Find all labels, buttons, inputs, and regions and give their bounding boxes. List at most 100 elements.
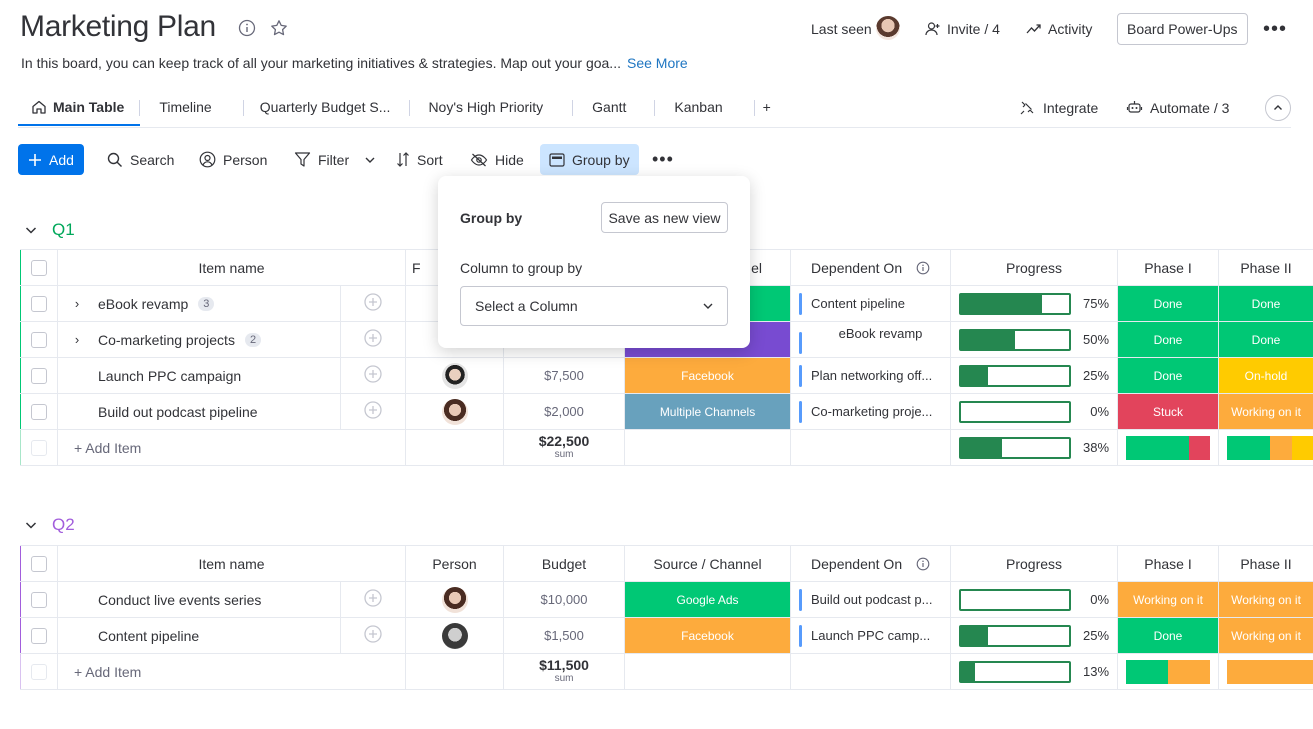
column-header-source[interactable]: Source / Channel	[624, 545, 792, 582]
dependent-cell[interactable]: eBook revamp	[790, 321, 952, 358]
row-checkbox[interactable]	[20, 617, 58, 654]
item-name-cell[interactable]: Conduct live events series	[57, 581, 341, 618]
avatar[interactable]	[441, 622, 468, 649]
column-header-budget[interactable]: Budget	[503, 545, 626, 582]
add-update-cell[interactable]	[339, 285, 407, 322]
search-button[interactable]: Search	[107, 144, 174, 175]
phase2-status[interactable]: Working on it	[1218, 581, 1313, 618]
board-power-ups-button[interactable]: Board Power-Ups	[1117, 13, 1248, 45]
row-checkbox[interactable]	[20, 581, 58, 618]
phase1-status[interactable]: Done	[1117, 357, 1220, 394]
person-cell[interactable]	[405, 357, 505, 394]
star-icon[interactable]	[270, 19, 288, 37]
dependent-cell[interactable]: Plan networking off...	[790, 357, 952, 394]
phase2-status[interactable]: On-hold	[1218, 357, 1313, 394]
activity-button[interactable]: Activity	[1026, 21, 1092, 37]
phase2-status[interactable]: Working on it	[1218, 617, 1313, 654]
budget-cell[interactable]: $7,500	[503, 357, 626, 394]
expand-chevron-icon[interactable]: ›	[70, 296, 84, 311]
item-name[interactable]: eBook revamp	[98, 296, 188, 312]
filter-button[interactable]: Filter	[294, 144, 378, 175]
add-update-cell[interactable]	[339, 581, 407, 618]
source-cell[interactable]: Google Ads	[624, 581, 792, 618]
chevron-down-icon[interactable]	[24, 518, 38, 532]
item-name[interactable]: Launch PPC campaign	[98, 368, 241, 384]
add-view-button[interactable]: +	[755, 94, 787, 126]
invite-button[interactable]: Invite / 4	[925, 21, 1000, 37]
avatar[interactable]	[441, 398, 468, 425]
item-name[interactable]: Build out podcast pipeline	[98, 404, 258, 420]
hide-button[interactable]: Hide	[470, 144, 524, 175]
info-icon[interactable]	[916, 557, 930, 571]
item-name-cell[interactable]: Launch PPC campaign	[57, 357, 341, 394]
row-checkbox[interactable]	[20, 357, 58, 394]
person-cell[interactable]	[405, 617, 505, 654]
group-title[interactable]: Q2	[52, 515, 75, 535]
column-header-progress[interactable]: Progress	[950, 545, 1119, 582]
add-item-input[interactable]: + Add Item	[56, 429, 407, 466]
avatar[interactable]	[441, 586, 468, 613]
person-cell[interactable]	[405, 581, 505, 618]
see-more-link[interactable]: See More	[627, 55, 688, 71]
add-item-input[interactable]: + Add Item	[56, 653, 407, 690]
dependent-cell[interactable]: Launch PPC camp...	[790, 617, 952, 654]
group-by-button[interactable]: Group by	[540, 144, 639, 175]
tab-kanban[interactable]: Kanban	[655, 94, 755, 126]
dependent-cell[interactable]: Build out podcast p...	[790, 581, 952, 618]
column-header-person[interactable]: Person	[405, 545, 505, 582]
tab-main-table[interactable]: Main Table	[18, 94, 141, 126]
person-filter-button[interactable]: Person	[199, 144, 267, 175]
integrate-button[interactable]: Integrate	[1019, 99, 1098, 116]
column-header-dependent[interactable]: Dependent On	[790, 249, 952, 286]
select-all-checkbox[interactable]	[20, 249, 58, 286]
automate-button[interactable]: Automate / 3	[1126, 99, 1229, 116]
avatar[interactable]	[441, 362, 468, 389]
dependent-cell[interactable]: Content pipeline	[790, 285, 952, 322]
last-seen-avatar[interactable]	[876, 16, 900, 40]
info-icon[interactable]	[238, 19, 256, 37]
row-checkbox[interactable]	[20, 321, 58, 358]
item-name-cell[interactable]: › eBook revamp 3	[57, 285, 341, 322]
item-name-cell[interactable]: Content pipeline	[57, 617, 341, 654]
select-all-checkbox[interactable]	[20, 545, 58, 582]
dependent-cell[interactable]: Co-marketing proje...	[790, 393, 952, 430]
source-cell[interactable]: Multiple Channels	[624, 393, 792, 430]
add-update-cell[interactable]	[339, 357, 407, 394]
item-name-cell[interactable]: Build out podcast pipeline	[57, 393, 341, 430]
column-header-phase1[interactable]: Phase I	[1117, 545, 1220, 582]
sort-button[interactable]: Sort	[396, 144, 443, 175]
phase1-status[interactable]: Done	[1117, 617, 1220, 654]
phase1-status[interactable]: Stuck	[1117, 393, 1220, 430]
save-as-new-view-button[interactable]: Save as new view	[601, 202, 728, 233]
phase2-status[interactable]: Working on it	[1218, 393, 1313, 430]
item-name[interactable]: Conduct live events series	[98, 592, 261, 608]
row-checkbox[interactable]	[20, 393, 58, 430]
column-header-item-name[interactable]: Item name	[56, 545, 407, 582]
more-options-icon[interactable]: •••	[1263, 18, 1287, 41]
phase2-status[interactable]: Done	[1218, 285, 1313, 322]
column-header-phase1[interactable]: Phase I	[1117, 249, 1220, 286]
person-cell[interactable]	[405, 393, 505, 430]
item-name-cell[interactable]: › Co-marketing projects 2	[57, 321, 341, 358]
add-update-cell[interactable]	[339, 321, 407, 358]
column-header-item-name[interactable]: Item name	[56, 249, 407, 286]
phase1-status[interactable]: Done	[1117, 321, 1220, 358]
toolbar-more-icon[interactable]: •••	[652, 144, 674, 175]
tab-gantt[interactable]: Gantt	[573, 94, 656, 126]
phase1-status[interactable]: Done	[1117, 285, 1220, 322]
column-header-progress[interactable]: Progress	[950, 249, 1119, 286]
tab-noys-high-priority[interactable]: Noy's High Priority	[410, 94, 573, 126]
phase2-status[interactable]: Done	[1218, 321, 1313, 358]
add-item-button[interactable]: Add	[18, 144, 84, 175]
column-header-dependent[interactable]: Dependent On	[790, 545, 952, 582]
column-header-phase2[interactable]: Phase II	[1218, 249, 1313, 286]
chevron-down-icon[interactable]	[24, 223, 38, 237]
budget-cell[interactable]: $10,000	[503, 581, 626, 618]
expand-chevron-icon[interactable]: ›	[70, 332, 84, 347]
budget-cell[interactable]: $1,500	[503, 617, 626, 654]
add-update-cell[interactable]	[339, 393, 407, 430]
item-name[interactable]: Content pipeline	[98, 628, 199, 644]
tab-quarterly-budget[interactable]: Quarterly Budget S...	[244, 94, 411, 126]
tab-timeline[interactable]: Timeline	[140, 94, 245, 126]
budget-cell[interactable]: $2,000	[503, 393, 626, 430]
